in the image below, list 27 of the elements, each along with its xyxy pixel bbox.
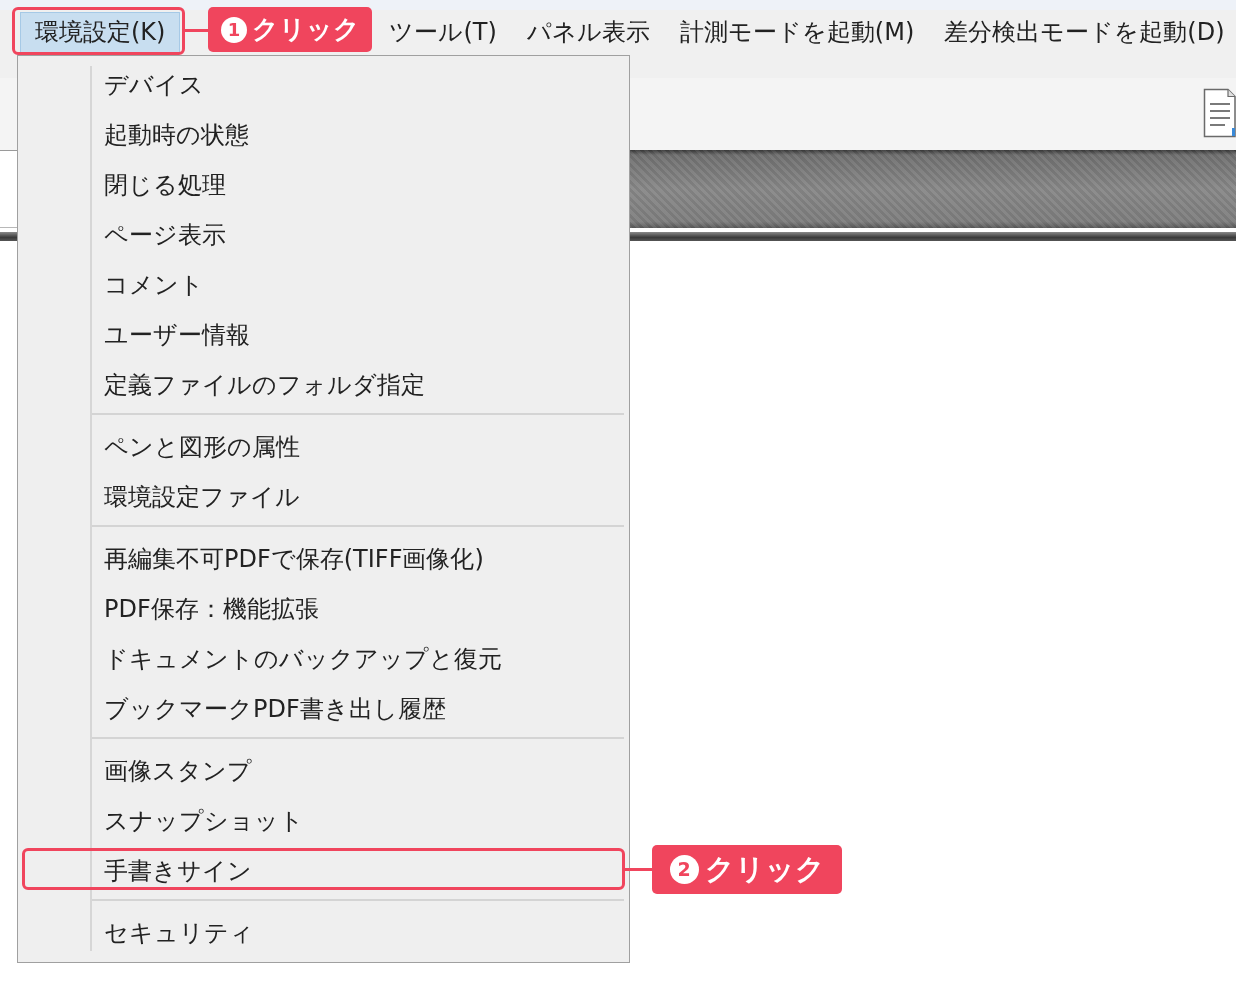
dropdown-item[interactable]: ユーザー情報 xyxy=(18,310,629,360)
dropdown-item[interactable]: 画像スタンプ xyxy=(18,746,629,796)
dropdown-item[interactable]: 閉じる処理 xyxy=(18,160,629,210)
dropdown-item[interactable]: コメント xyxy=(18,260,629,310)
callout-label: クリック xyxy=(251,15,360,44)
menu-bar-item[interactable]: 差分検出モードを起動(D) xyxy=(929,12,1236,53)
dropdown-item[interactable]: セキュリティ xyxy=(18,908,629,958)
dropdown-item[interactable]: ペンと図形の属性 xyxy=(18,422,629,472)
dropdown-item[interactable]: デバイス xyxy=(18,60,629,110)
step-number: 2 xyxy=(669,855,699,884)
dropdown-item[interactable]: ページ表示 xyxy=(18,210,629,260)
dropdown-item[interactable]: PDF保存：機能拡張 xyxy=(18,584,629,634)
dropdown-item[interactable]: 再編集不可PDFで保存(TIFF画像化) xyxy=(18,534,629,584)
dropdown-item[interactable]: 手書きサイン xyxy=(18,846,629,896)
callout-label: クリック xyxy=(704,853,825,886)
dropdown-item[interactable]: 環境設定ファイル xyxy=(18,472,629,522)
menu-bar-item[interactable]: ツール(T) xyxy=(374,12,512,53)
dropdown-item[interactable]: 定義ファイルのフォルダ指定 xyxy=(18,360,629,410)
menu-bar-item[interactable]: パネル表示 xyxy=(511,12,665,53)
dropdown-item[interactable]: ブックマークPDF書き出し履歴 xyxy=(18,684,629,734)
dropdown-item[interactable]: 起動時の状態 xyxy=(18,110,629,160)
dropdown-item[interactable]: ドキュメントのバックアップと復元 xyxy=(18,634,629,684)
document-icon[interactable] xyxy=(1203,88,1236,138)
dropdown-item[interactable]: スナップショット xyxy=(18,796,629,846)
step-number: 1 xyxy=(220,16,247,43)
menu-bar-item[interactable]: 計測モードを起動(M) xyxy=(664,12,930,53)
menu-bar-item[interactable]: 環境設定(K) xyxy=(20,12,181,53)
